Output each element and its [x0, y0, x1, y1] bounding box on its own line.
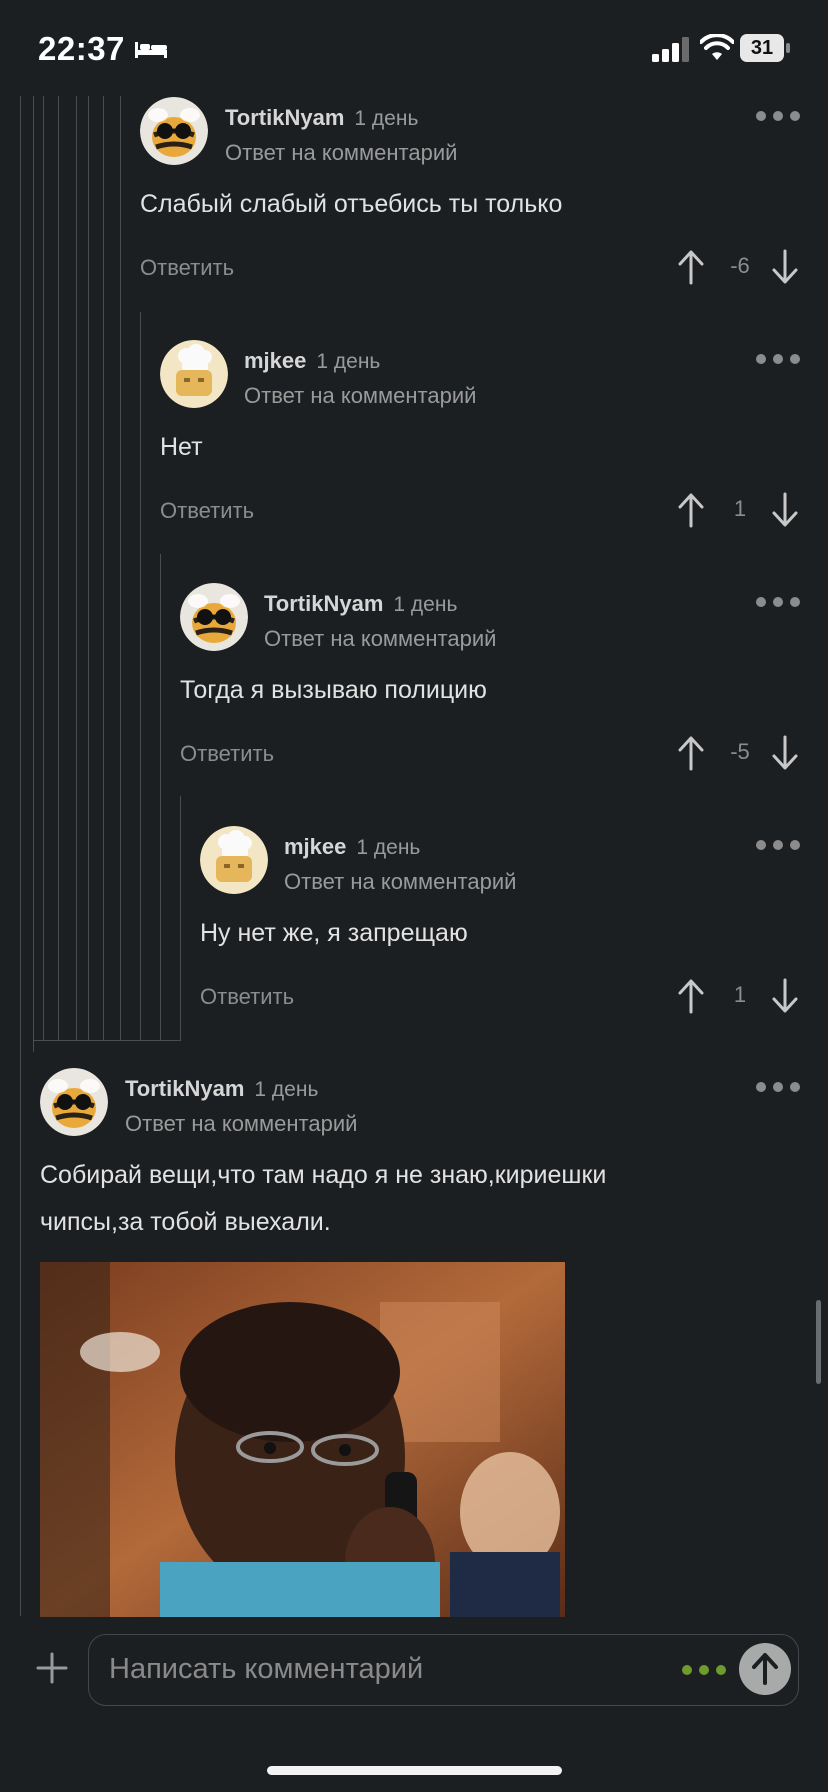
comment-text-line: Собирай вещи,что там надо я не знаю,кири… [40, 1161, 607, 1189]
upvote-arrow-icon[interactable] [676, 735, 706, 771]
more-icon[interactable] [756, 109, 800, 123]
reply-button[interactable]: Ответить [200, 984, 294, 1010]
thread-line [33, 1040, 181, 1041]
vote-score: -6 [730, 253, 750, 278]
more-icon[interactable] [756, 352, 800, 366]
bee-avatar-icon [40, 1068, 108, 1136]
vote-control: 1 [676, 492, 806, 532]
arrow-up-icon [752, 1653, 778, 1685]
more-options-icon[interactable] [682, 1665, 728, 1677]
comment-photo[interactable] [40, 1262, 565, 1617]
comment-time: 1 день [356, 836, 421, 859]
avatar[interactable] [140, 97, 208, 165]
comment-text: Слабый слабый отъебись ты только [140, 190, 563, 218]
reply-to-label[interactable]: Ответ на комментарий [225, 140, 457, 166]
reply-button[interactable]: Ответить [160, 498, 254, 524]
bee-avatar-icon [140, 97, 208, 165]
comment-author[interactable]: mjkee 1 день [284, 834, 420, 860]
upvote-arrow-icon[interactable] [676, 978, 706, 1014]
downvote-arrow-icon[interactable] [770, 492, 800, 528]
thread-line [33, 1040, 34, 1052]
comment-time: 1 день [254, 1078, 319, 1101]
more-icon[interactable] [756, 1080, 800, 1094]
avatar[interactable] [40, 1068, 108, 1136]
thread-line [103, 96, 104, 1040]
reply-button[interactable]: Ответить [180, 741, 274, 767]
downvote-arrow-icon[interactable] [770, 978, 800, 1014]
more-icon[interactable] [756, 838, 800, 852]
status-bar: 22:37 31 [0, 0, 828, 96]
comment-input[interactable]: Написать комментарий [88, 1634, 799, 1706]
comment-author[interactable]: mjkee 1 день [244, 348, 380, 374]
comment-author[interactable]: TortikNyam 1 день [264, 591, 457, 617]
thread-line [33, 96, 34, 1040]
reply-button[interactable]: Ответить [140, 255, 234, 281]
reply-to-label[interactable]: Ответ на комментарий [244, 383, 476, 409]
reply-to-label[interactable]: Ответ на комментарий [125, 1111, 357, 1137]
comment-text: Собирай вещи,что там надо я не знаю,кири… [40, 1152, 606, 1246]
thread-line [76, 96, 77, 1040]
vote-score: 1 [733, 496, 747, 521]
battery-level: 31 [740, 34, 784, 62]
comment: mjkee 1 день Ответ на комментарий Ну нет … [200, 826, 800, 1026]
send-button[interactable] [739, 1643, 791, 1695]
scrollbar[interactable] [816, 1300, 821, 1384]
thread-line [43, 96, 44, 1040]
downvote-arrow-icon[interactable] [770, 735, 800, 771]
signal-icon [652, 37, 689, 62]
vote-control: -5 [676, 735, 806, 775]
comment-input-placeholder: Написать комментарий [109, 1653, 424, 1685]
home-indicator[interactable] [267, 1766, 562, 1775]
add-attachment-icon[interactable] [34, 1650, 70, 1686]
thread-line [160, 554, 161, 1040]
battery-icon: 31 [740, 34, 790, 62]
vote-score: -5 [730, 739, 750, 764]
thread-line [58, 96, 59, 1040]
thread-line [88, 96, 89, 1040]
thread-line [140, 312, 141, 1040]
downvote-arrow-icon[interactable] [770, 249, 800, 285]
avatar[interactable] [200, 826, 268, 894]
vote-control: 1 [676, 978, 806, 1018]
avatar[interactable] [160, 340, 228, 408]
comment-text-line: чипсы,за тобой выехали. [40, 1208, 331, 1236]
bee-avatar-icon [180, 583, 248, 651]
comment-author[interactable]: TortikNyam 1 день [125, 1076, 318, 1102]
upvote-arrow-icon[interactable] [676, 249, 706, 285]
upvote-arrow-icon[interactable] [676, 492, 706, 528]
comment-text: Ну нет же, я запрещаю [200, 919, 468, 947]
vote-control: -6 [676, 249, 806, 289]
thread-line [120, 96, 121, 1040]
meme-photo-image [40, 1262, 565, 1617]
vote-score: 1 [733, 982, 747, 1007]
bed-icon [135, 42, 167, 58]
chef-avatar-icon [160, 340, 228, 408]
comment: TortikNyam 1 день Ответ на комментарий Со… [40, 1068, 800, 1258]
wifi-icon [700, 34, 734, 60]
comment-text: Нет [160, 433, 203, 461]
thread-line [20, 96, 21, 1616]
status-time: 22:37 [38, 30, 125, 67]
avatar[interactable] [180, 583, 248, 651]
thread-line [180, 796, 181, 1040]
chef-avatar-icon [200, 826, 268, 894]
reply-to-label[interactable]: Ответ на комментарий [264, 626, 496, 652]
comment: TortikNyam 1 день Ответ на комментарий Сл… [140, 97, 800, 297]
comment-time: 1 день [354, 107, 419, 130]
comment: TortikNyam 1 день Ответ на комментарий То… [180, 583, 800, 783]
comment-text: Тогда я вызываю полицию [180, 676, 487, 704]
more-icon[interactable] [756, 595, 800, 609]
comment-author[interactable]: TortikNyam 1 день [225, 105, 418, 131]
comment-time: 1 день [393, 593, 458, 616]
reply-to-label[interactable]: Ответ на комментарий [284, 869, 516, 895]
comment: mjkee 1 день Ответ на комментарий Нет Отв… [160, 340, 800, 540]
comment-time: 1 день [316, 350, 381, 373]
